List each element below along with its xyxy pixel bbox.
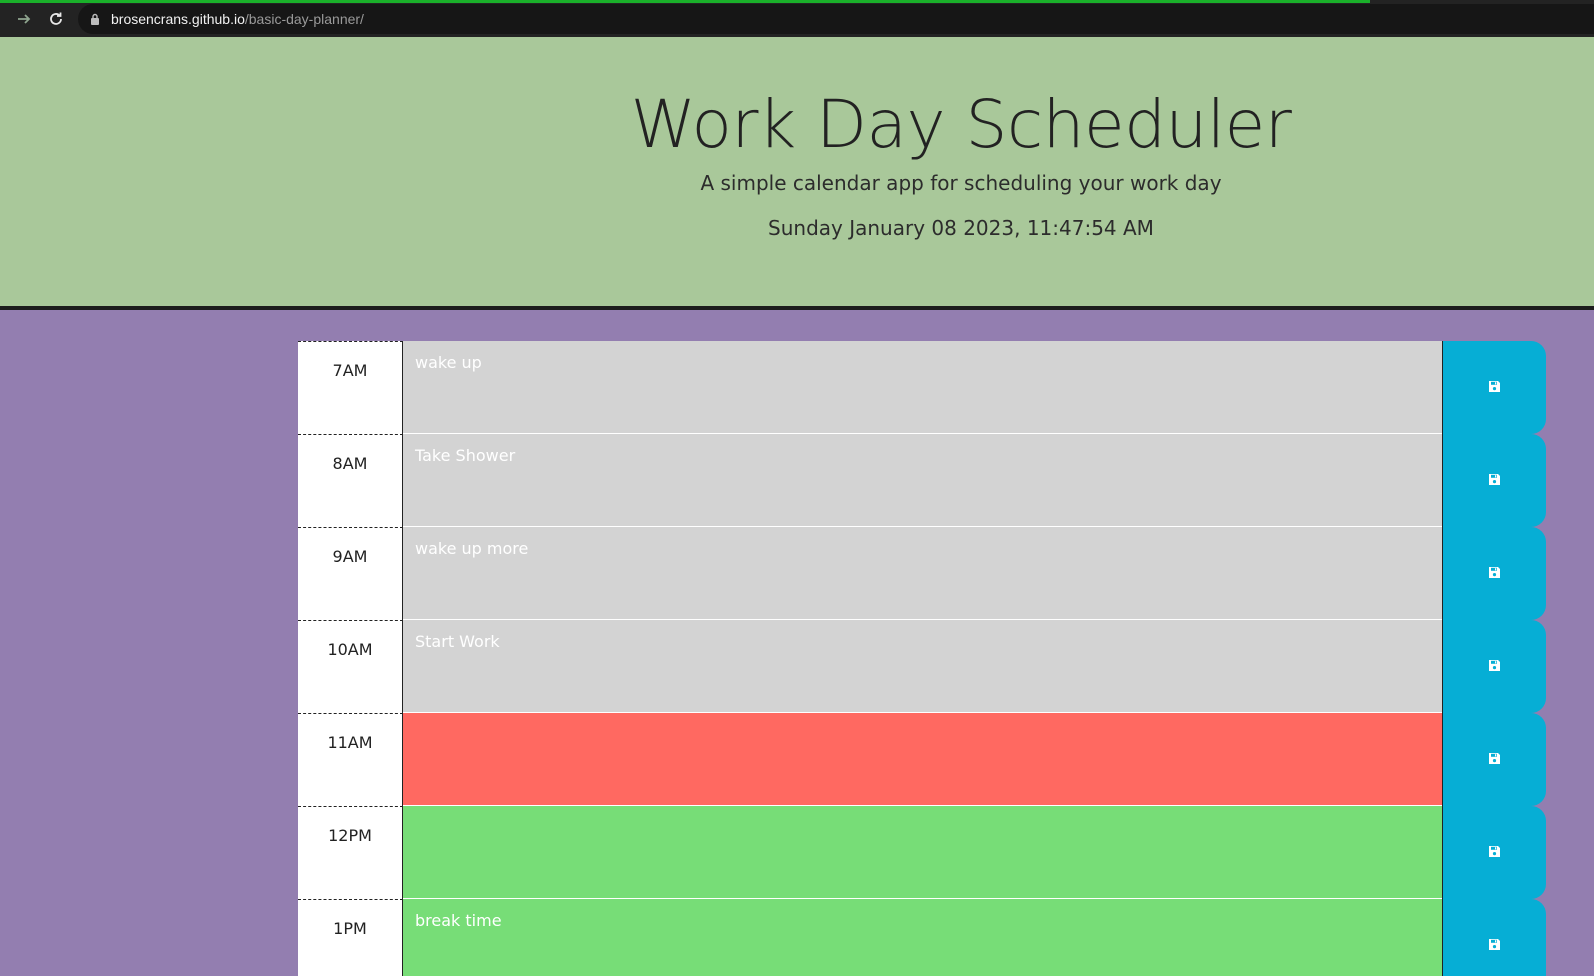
reload-icon[interactable] (40, 3, 72, 35)
hour-label: 1PM (298, 899, 403, 976)
event-description-input[interactable]: Start Work (403, 620, 1442, 713)
floppy-disk-icon (1488, 659, 1501, 675)
page-load-progress (0, 0, 1370, 3)
planner: 7AM wake up 8AM Take Shower 9AM wake up … (298, 341, 1546, 976)
address-bar[interactable]: brosencrans.github.io/basic-day-planner/ (78, 4, 1594, 34)
save-button[interactable] (1442, 713, 1546, 806)
page-header: Work Day Scheduler A simple calendar app… (0, 37, 1594, 310)
time-block-9am: 9AM wake up more (298, 527, 1546, 620)
time-block-10am: 10AM Start Work (298, 620, 1546, 713)
hour-label: 8AM (298, 434, 403, 527)
save-button[interactable] (1442, 806, 1546, 899)
floppy-disk-icon (1488, 566, 1501, 582)
hour-label: 11AM (298, 713, 403, 806)
time-block-8am: 8AM Take Shower (298, 434, 1546, 527)
save-button[interactable] (1442, 899, 1546, 976)
forward-arrow-icon[interactable] (8, 3, 40, 35)
floppy-disk-icon (1488, 845, 1501, 861)
page-subtitle: A simple calendar app for scheduling you… (700, 171, 1222, 195)
event-description-input[interactable]: break time (403, 899, 1442, 976)
time-block-11am: 11AM (298, 713, 1546, 806)
hour-label: 9AM (298, 527, 403, 620)
floppy-disk-icon (1488, 752, 1501, 768)
url-path: /basic-day-planner/ (244, 11, 364, 27)
hour-label: 12PM (298, 806, 403, 899)
event-description-input[interactable]: wake up (403, 341, 1442, 434)
page-title: Work Day Scheduler (630, 86, 1292, 163)
event-description-input[interactable] (403, 713, 1442, 806)
time-block-12pm: 12PM (298, 806, 1546, 899)
floppy-disk-icon (1488, 473, 1501, 489)
time-block-1pm: 1PM break time (298, 899, 1546, 976)
floppy-disk-icon (1488, 938, 1501, 954)
save-button[interactable] (1442, 620, 1546, 713)
floppy-disk-icon (1488, 380, 1501, 396)
event-description-input[interactable]: wake up more (403, 527, 1442, 620)
save-button[interactable] (1442, 341, 1546, 434)
browser-toolbar: brosencrans.github.io/basic-day-planner/ (0, 0, 1594, 37)
event-description-input[interactable] (403, 806, 1442, 899)
lock-icon (88, 12, 102, 26)
save-button[interactable] (1442, 434, 1546, 527)
event-description-input[interactable]: Take Shower (403, 434, 1442, 527)
url-host: brosencrans.github.io (111, 11, 245, 27)
hour-label: 7AM (298, 341, 403, 434)
time-block-7am: 7AM wake up (298, 341, 1546, 434)
current-datetime: Sunday January 08 2023, 11:47:54 AM (768, 216, 1154, 240)
hour-label: 10AM (298, 620, 403, 713)
save-button[interactable] (1442, 527, 1546, 620)
